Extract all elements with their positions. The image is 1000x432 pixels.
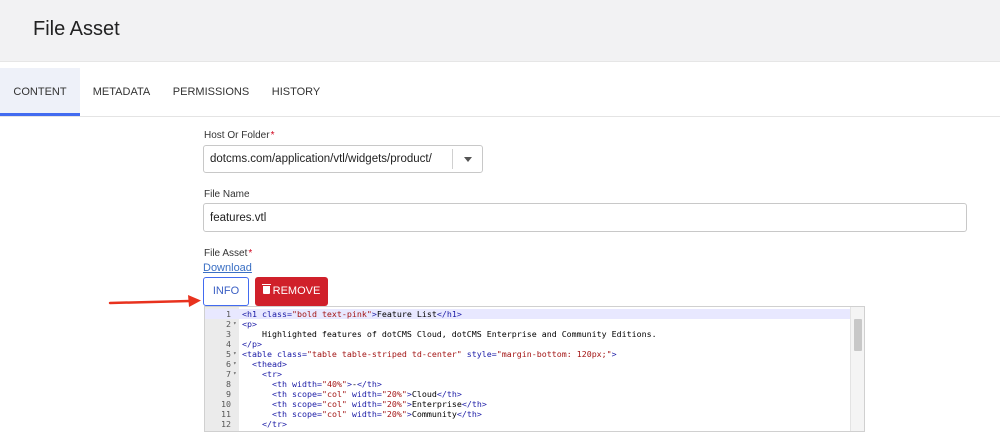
page-title: File Asset [33,18,120,40]
host-folder-value: dotcms.com/application/vtl/widgets/produ… [210,153,432,165]
code-text: <th scope="col" width="20%">Community</t… [271,409,482,419]
code-text: </p> [242,339,262,349]
chevron-down-icon[interactable] [464,157,472,162]
host-folder-label: Host Or Folder* [204,130,275,141]
code-line[interactable]: 1 <h1 class="bold text-pink">Feature List… [205,309,850,319]
line-number: 10 [221,399,231,409]
tab-history[interactable]: HISTORY [266,68,326,116]
code-text: <p> [242,319,257,329]
file-name-label: File Name [204,189,250,200]
code-text: <table class="table table-striped td-cen… [242,349,617,359]
code-text: <th scope="col" width="20%">Enterprise</… [271,399,487,409]
line-number: 9 [226,389,231,399]
file-name-input[interactable] [203,203,967,232]
fold-toggle-icon[interactable]: ▾ [233,319,237,329]
remove-button[interactable]: REMOVE [255,277,328,306]
code-editor[interactable]: 1 <h1 class="bold text-pink">Feature List… [204,306,865,432]
fold-toggle-icon[interactable]: ▾ [233,349,237,359]
line-number: 11 [221,409,231,419]
editor-scrollbar[interactable] [850,307,864,431]
line-number: 6 [226,359,231,369]
line-number: 12 [221,419,231,429]
required-marker: * [270,130,275,141]
fold-toggle-icon[interactable]: ▾ [233,359,237,369]
line-number: 3 [226,329,231,339]
tab-bar: CONTENT METADATA PERMISSIONS HISTORY [0,68,1000,116]
code-text: <th width="40%">-</th> [271,379,382,389]
tab-content[interactable]: CONTENT [0,68,80,116]
code-text: <tr> [261,369,282,379]
line-number: 4 [226,339,231,349]
code-text: <th scope="col" width="20%">Cloud</th> [271,389,462,399]
tab-permissions[interactable]: PERMISSIONS [170,68,252,116]
tab-divider [0,116,1000,117]
page-header: File Asset [0,0,1000,62]
code-text: Highlighted features of dotCMS Cloud, do… [242,329,657,339]
line-number: 8 [226,379,231,389]
scrollbar-thumb[interactable] [854,319,862,351]
line-number: 1 [226,309,231,319]
line-number: 2 [226,319,231,329]
remove-button-label: REMOVE [272,285,321,297]
host-folder-select[interactable]: dotcms.com/application/vtl/widgets/produ… [203,145,483,173]
code-text: </tr> [261,419,287,429]
code-text: <h1 class="bold text-pink">Feature List<… [242,309,462,319]
fold-toggle-icon[interactable]: ▾ [233,369,237,379]
info-button[interactable]: INFO [203,277,249,306]
trash-icon [261,284,271,294]
file-asset-label: File Asset* [204,248,253,259]
download-link[interactable]: Download [203,262,252,274]
required-marker: * [248,248,253,259]
annotation-arrow-icon [108,295,201,307]
tab-metadata[interactable]: METADATA [85,68,158,116]
line-number: 5 [226,349,231,359]
line-number: 7 [226,369,231,379]
code-text: <thead> [252,359,287,369]
select-divider [452,149,453,169]
